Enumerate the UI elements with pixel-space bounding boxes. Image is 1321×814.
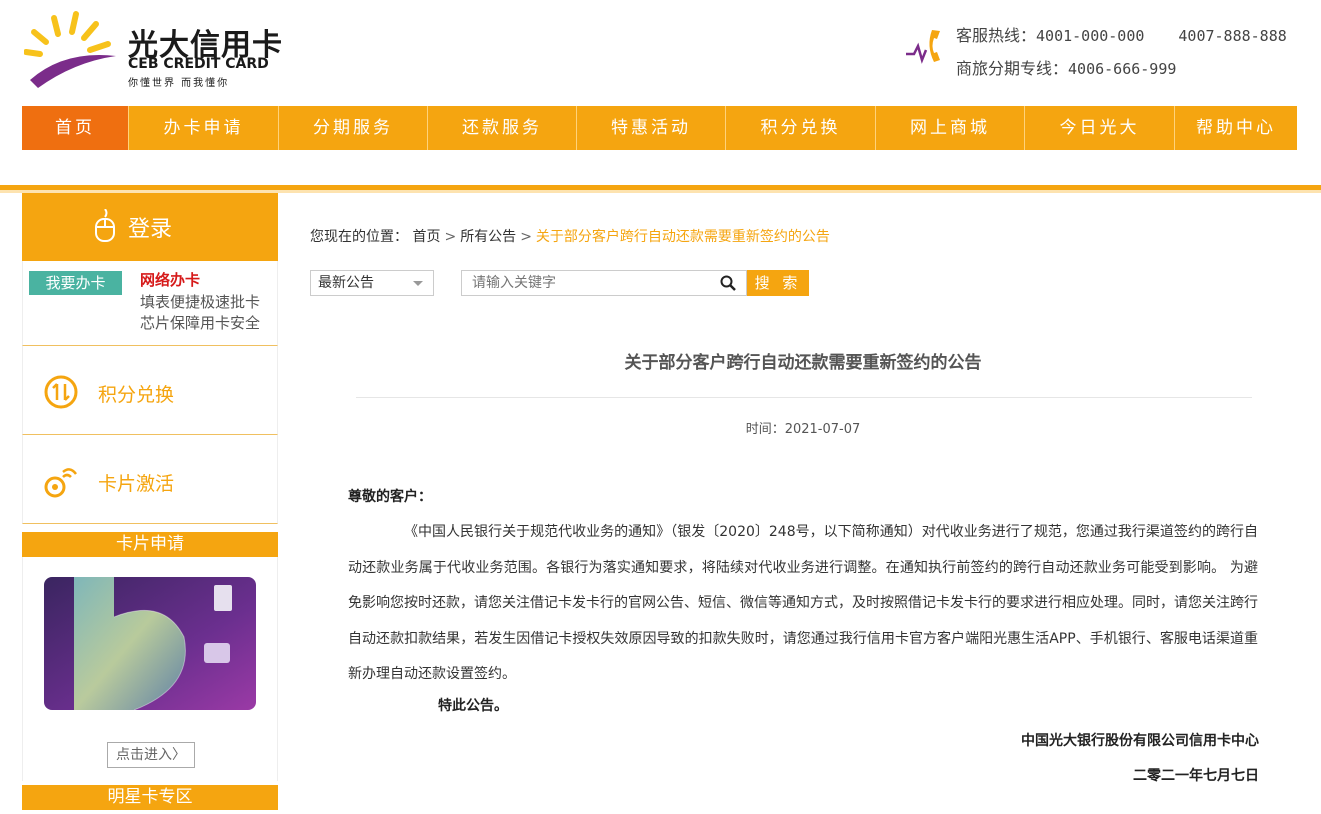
logo-english-text: CEB CREDIT CARD [128,56,269,72]
hotline-number-2: 4007-888-888 [1178,27,1287,45]
login-button[interactable]: 登录 [22,193,278,261]
article-body: 《中国人民银行关于规范代收业务的通知》（银发〔2020〕248号，以下简称通知）… [348,524,1258,682]
hotline-label: 客服热线： [956,26,1037,45]
search-input[interactable] [461,270,747,296]
article-signature: 中国光大银行股份有限公司信用卡中心 [1021,733,1259,749]
sidebar-item-points[interactable]: 积分兑换 [22,346,278,435]
sidebar-item-label: 积分兑换 [98,384,175,406]
logo-slogan: 你懂世界 而我懂你 [128,78,230,89]
sidebar: 登录 我要办卡 网络办卡 填表便捷极速批卡 芯片保障用卡安全 积分兑换 卡片激活 [22,193,278,524]
breadcrumb-separator: > [520,229,532,245]
nav-points[interactable]: 积分兑换 [726,106,876,150]
card-apply-header: 卡片申请 [22,532,278,557]
mouse-icon [95,209,115,242]
nav-installment[interactable]: 分期服务 [279,106,428,150]
breadcrumb-current: 关于部分客户跨行自动还款需要重新签约的公告 [535,229,830,245]
hotline: 客服热线：4001-000-000 4007-888-888 [956,22,1287,46]
nav-help[interactable]: 帮助中心 [1175,106,1297,150]
card-artwork-icon [44,577,256,710]
nav-promotions[interactable]: 特惠活动 [577,106,726,150]
sidebar-item-label: 卡片激活 [98,473,175,495]
sun-logo-icon [24,11,116,88]
article-time: 时间：2021-07-07 [745,422,861,437]
credit-card-image[interactable] [44,577,256,710]
article-greeting: 尊敬的客户： [348,489,432,505]
online-apply-title[interactable]: 网络办卡 [140,269,200,290]
nav-home[interactable]: 首页 [22,106,129,150]
breadcrumb: 您现在的位置： 首页 > 所有公告 > 关于部分客户跨行自动还款需要重新签约的公告 [310,226,830,246]
installment-label: 商旅分期专线： [956,59,1069,78]
sidebar-item-activate[interactable]: 卡片激活 [22,435,278,524]
divider [356,397,1252,398]
star-card-header[interactable]: 明星卡专区 [22,785,278,810]
main-nav: 首页 办卡申请 分期服务 还款服务 特惠活动 积分兑换 网上商城 今日光大 帮助… [22,106,1297,150]
installment-number: 4006-666-999 [1068,60,1177,78]
article-closing: 特此公告。 [438,698,508,714]
enter-button[interactable]: 点击进入〉 [107,742,195,768]
card-apply-area: 点击进入〉 [22,557,278,781]
nav-today[interactable]: 今日光大 [1025,106,1175,150]
installment-hotline: 商旅分期专线：4006-666-999 [956,55,1176,79]
nav-card-apply[interactable]: 办卡申请 [129,106,279,150]
apply-card-button[interactable]: 我要办卡 [29,271,122,295]
search-icon[interactable] [720,275,736,291]
login-label: 登录 [128,217,173,242]
category-selected: 最新公告 [318,275,374,291]
breadcrumb-prefix: 您现在的位置： [310,229,408,245]
nav-repayment[interactable]: 还款服务 [428,106,577,150]
chevron-down-icon [413,281,423,286]
exchange-icon [44,375,78,409]
breadcrumb-home[interactable]: 首页 [412,229,440,245]
logo[interactable]: 光大信用卡 CEB CREDIT CARD 你懂世界 而我懂你 [24,10,284,90]
breadcrumb-separator: > [444,229,457,245]
phone-icon [906,30,940,64]
search-button[interactable]: 搜 索 [747,270,809,296]
hotline-number-1: 4001-000-000 [1036,27,1145,45]
online-apply-block: 我要办卡 网络办卡 填表便捷极速批卡 芯片保障用卡安全 [22,261,278,346]
nav-mall[interactable]: 网上商城 [876,106,1025,150]
article-date: 二零二一年七月七日 [1133,768,1259,784]
card-signal-icon [44,468,77,498]
breadcrumb-list[interactable]: 所有公告 [460,229,516,245]
apply-feature-2: 芯片保障用卡安全 [140,314,261,332]
apply-feature-1: 填表便捷极速批卡 [140,293,261,311]
article-title: 关于部分客户跨行自动还款需要重新签约的公告 [624,353,982,373]
category-select[interactable]: 最新公告 [310,270,434,296]
